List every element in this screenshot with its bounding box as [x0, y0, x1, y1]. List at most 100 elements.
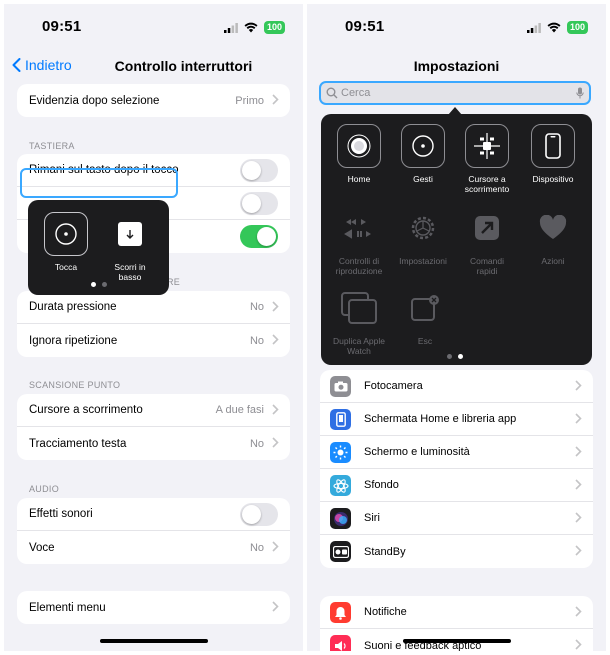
- settings-gear-icon: [411, 216, 435, 240]
- gliding-cursor-menu-item[interactable]: Cursore a scorrimento: [457, 124, 517, 194]
- camera-row[interactable]: Fotocamera: [320, 370, 593, 403]
- chevron-right-icon: [575, 545, 582, 556]
- row-label: Ignora ripetizione: [29, 334, 118, 347]
- wallpaper-flower-icon: [330, 475, 351, 496]
- switch-menu-popup: Tocca Scorri in basso: [28, 200, 169, 295]
- escape-label: Esc: [417, 336, 433, 346]
- escape-icon: [411, 295, 439, 321]
- chevron-right-icon: [272, 437, 279, 448]
- gliding-cursor-row[interactable]: Cursore a scorrimento A due fasi: [17, 394, 290, 427]
- display-brightness-row[interactable]: Schermo e luminosità: [320, 436, 593, 469]
- back-button[interactable]: Indietro: [12, 57, 72, 73]
- settings-label: Impostazioni: [399, 256, 447, 266]
- row-label: Evidenzia dopo selezione: [29, 94, 160, 107]
- assistive-menu-popup: Home Gesti Cursore a scorrimento Disposi…: [321, 114, 592, 365]
- audio-group: Effetti sonori Voce No: [17, 498, 290, 564]
- gestures-icon: [412, 135, 434, 157]
- row-value: No: [249, 437, 264, 450]
- gestures-label: Gesti: [413, 174, 433, 184]
- head-tracking-row[interactable]: Tracciamento testa No: [17, 427, 290, 460]
- menu-items-group: Elementi menu: [17, 591, 290, 624]
- media-controls-icon: [344, 219, 371, 239]
- standby-row[interactable]: StandBy: [320, 535, 593, 568]
- chevron-right-icon: [272, 541, 279, 552]
- chevron-right-icon: [575, 639, 582, 650]
- speech-row[interactable]: Voce No: [17, 531, 290, 564]
- scan-highlight-cursor: [20, 168, 178, 198]
- scroll-down-menu-item[interactable]: Scorri in basso: [104, 212, 156, 282]
- menu-items-row[interactable]: Elementi menu: [17, 591, 290, 624]
- apple-watch-mirror-menu-item[interactable]: Duplica Apple Watch: [331, 286, 387, 356]
- home-indicator: [100, 639, 208, 643]
- escape-menu-item[interactable]: Esc: [399, 286, 451, 346]
- sound-effects-row[interactable]: Effetti sonori: [17, 498, 290, 531]
- device-menu-item[interactable]: Dispositivo: [525, 124, 581, 184]
- row-value: Primo: [235, 94, 264, 107]
- tap-menu-item[interactable]: Tocca: [42, 212, 90, 272]
- page-title: Impostazioni: [413, 58, 500, 74]
- actions-label: Azioni: [541, 256, 565, 266]
- home-screen-library-row[interactable]: Schermata Home e libreria app: [320, 403, 593, 436]
- tap-label: Tocca: [54, 262, 78, 272]
- siri-row[interactable]: Siri: [320, 502, 593, 535]
- settings-screen: 09:51 100 Impostazioni Cerca Home Gesti: [307, 4, 606, 651]
- settings-list-general: Fotocamera Schermata Home e libreria app…: [320, 370, 593, 568]
- shortcuts-label: Comandi rapidi: [469, 256, 505, 276]
- home-menu-item[interactable]: Home: [333, 124, 385, 184]
- chevron-right-icon: [272, 301, 279, 312]
- apple-watch-mirror-icon: [341, 292, 377, 324]
- keyboard-option-toggle-3[interactable]: [240, 225, 278, 248]
- ignore-repeat-row[interactable]: Ignora ripetizione No: [17, 324, 290, 357]
- chevron-right-icon: [575, 413, 582, 424]
- switch-control-screen: 09:51 100 Indietro Controllo interruttor…: [4, 4, 303, 651]
- home-indicator: [403, 639, 511, 643]
- home-button-icon: [347, 134, 371, 158]
- media-controls-menu-item[interactable]: Controlli di riproduzione: [333, 206, 385, 276]
- nav-bar: Impostazioni: [307, 50, 606, 84]
- chevron-right-icon: [575, 512, 582, 523]
- sound-effects-toggle[interactable]: [240, 503, 278, 526]
- settings-menu-item[interactable]: Impostazioni: [395, 206, 451, 266]
- home-label: Home: [347, 174, 371, 184]
- search-bar[interactable]: Cerca: [319, 81, 591, 105]
- actions-menu-item[interactable]: Azioni: [527, 206, 579, 266]
- status-time: 09:51: [345, 18, 385, 35]
- nav-bar: Indietro Controllo interruttori: [4, 50, 303, 84]
- chevron-right-icon: [272, 334, 279, 345]
- hold-duration-row[interactable]: Durata pressione No: [17, 291, 290, 324]
- battery-indicator: 100: [263, 21, 285, 34]
- row-label: Durata pressione: [29, 301, 117, 313]
- chevron-right-icon: [575, 446, 582, 457]
- cellular-signal-icon: [526, 22, 541, 33]
- row-label: Voce: [29, 541, 55, 554]
- row-label: Elementi menu: [29, 601, 106, 614]
- heart-icon: [539, 215, 567, 239]
- row-label: Sfondo: [364, 479, 399, 491]
- microphone-icon: [576, 87, 584, 99]
- battery-indicator: 100: [566, 21, 588, 34]
- notifications-row[interactable]: Notifiche: [320, 596, 593, 629]
- section-header-keyboard: TASTIERA: [29, 141, 75, 151]
- gliding-cursor-label: Cursore a scorrimento: [464, 174, 510, 194]
- section-header-audio: AUDIO: [29, 484, 60, 494]
- chevron-right-icon: [575, 479, 582, 490]
- chevron-right-icon: [272, 601, 279, 612]
- sun-icon: [330, 442, 351, 463]
- row-label: Schermata Home e libreria app: [364, 413, 517, 425]
- row-value: A due fasi: [215, 404, 264, 416]
- chevron-right-icon: [575, 606, 582, 617]
- stay-on-key-toggle[interactable]: [240, 159, 278, 182]
- gestures-menu-item[interactable]: Gesti: [397, 124, 449, 184]
- tap-icon: [55, 223, 77, 245]
- highlight-after-selection-row[interactable]: Evidenzia dopo selezione Primo: [17, 84, 290, 117]
- keyboard-option-toggle-2[interactable]: [240, 192, 278, 215]
- standby-icon: [330, 541, 351, 562]
- device-label: Dispositivo: [532, 174, 574, 184]
- wallpaper-row[interactable]: Sfondo: [320, 469, 593, 502]
- search-placeholder: Cerca: [341, 87, 371, 99]
- shortcuts-menu-item[interactable]: Comandi rapidi: [461, 206, 513, 276]
- page-title: Controllo interruttori: [114, 58, 253, 74]
- speaker-icon: [330, 635, 351, 651]
- status-bar: 09:51 100: [4, 4, 303, 50]
- hold-duration-group: Durata pressione No Ignora ripetizione N…: [17, 291, 290, 357]
